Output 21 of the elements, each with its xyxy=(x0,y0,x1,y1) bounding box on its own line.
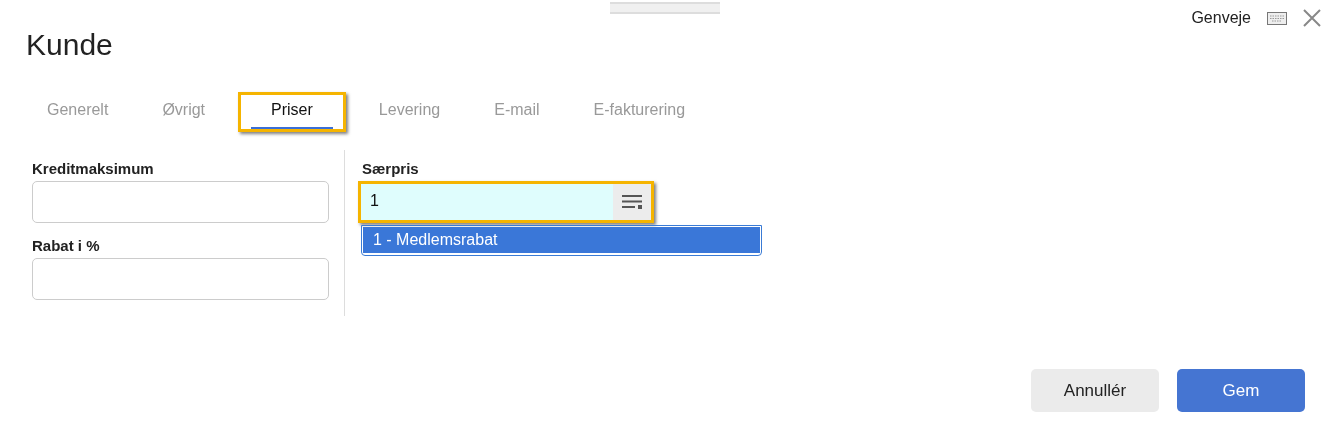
field-label: Kreditmaksimum xyxy=(32,160,155,177)
input-field[interactable] xyxy=(32,181,329,223)
special-price-field[interactable]: 1 xyxy=(358,181,654,223)
drag-handle[interactable] xyxy=(610,2,720,14)
save-button[interactable]: Gem xyxy=(1177,369,1305,412)
tab[interactable]: Generelt xyxy=(26,92,130,132)
close-icon[interactable] xyxy=(1303,9,1321,27)
tab[interactable]: E-fakturering xyxy=(572,92,707,132)
suggestion-item[interactable]: 1 - Medlemsrabat xyxy=(363,227,760,253)
tab[interactable]: E-mail xyxy=(473,92,561,132)
list-icon[interactable] xyxy=(621,194,643,210)
cancel-button[interactable]: Annullér xyxy=(1031,369,1159,412)
input-field[interactable] xyxy=(32,258,329,300)
tab[interactable]: Levering xyxy=(357,92,462,132)
tab[interactable]: Priser xyxy=(238,92,346,132)
field-label: Rabat i % xyxy=(32,237,101,254)
window-title: Kunde xyxy=(26,28,113,62)
tab[interactable]: Øvrigt xyxy=(141,92,227,132)
keyboard-icon[interactable] xyxy=(1267,11,1287,25)
shortcuts-label[interactable]: Genveje xyxy=(1191,9,1251,27)
field-label: Særpris xyxy=(362,160,420,177)
